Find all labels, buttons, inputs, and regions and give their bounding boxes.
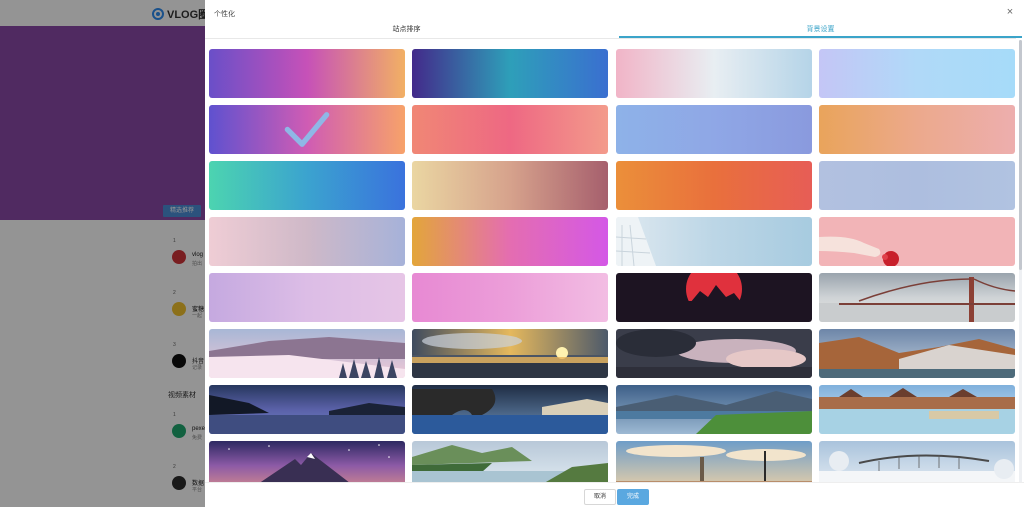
background-thumbnail bbox=[819, 329, 1015, 378]
background-thumbnail bbox=[819, 217, 1015, 266]
background-thumbnail bbox=[616, 105, 812, 154]
background-option[interactable] bbox=[209, 385, 405, 434]
dialog-footer: 取消 完成 bbox=[205, 482, 1024, 508]
background-thumbnail bbox=[412, 105, 608, 154]
background-option[interactable] bbox=[616, 329, 812, 378]
background-option[interactable] bbox=[412, 385, 608, 434]
background-thumbnail bbox=[819, 161, 1015, 210]
background-thumbnail bbox=[412, 217, 608, 266]
dialog-title: 个性化 bbox=[214, 11, 235, 18]
background-option[interactable] bbox=[819, 217, 1015, 266]
background-thumbnail bbox=[819, 385, 1015, 434]
tab-site-order[interactable]: 站点排序 bbox=[205, 22, 608, 37]
background-option[interactable] bbox=[209, 441, 405, 482]
background-thumbnail bbox=[412, 441, 608, 482]
background-thumbnail bbox=[209, 217, 405, 266]
background-option[interactable] bbox=[819, 329, 1015, 378]
background-thumbnail bbox=[819, 105, 1015, 154]
background-thumbnail bbox=[209, 49, 405, 98]
background-thumbnail bbox=[616, 161, 812, 210]
background-thumbnail bbox=[616, 217, 812, 266]
background-thumbnail bbox=[616, 441, 812, 482]
background-option[interactable] bbox=[209, 49, 405, 98]
background-thumbnail bbox=[616, 329, 812, 378]
background-option[interactable] bbox=[616, 273, 812, 322]
background-option[interactable] bbox=[209, 161, 405, 210]
background-option[interactable] bbox=[616, 49, 812, 98]
background-thumbnail bbox=[209, 161, 405, 210]
scrollbar-thumb[interactable] bbox=[1019, 40, 1022, 270]
background-option[interactable] bbox=[819, 441, 1015, 482]
background-thumbnail bbox=[209, 441, 405, 482]
background-thumbnail bbox=[209, 385, 405, 434]
background-thumbnail bbox=[209, 329, 405, 378]
cancel-button[interactable]: 取消 bbox=[584, 489, 617, 505]
tab-bar: 站点排序 背景设置 bbox=[205, 22, 1022, 39]
background-option[interactable] bbox=[819, 105, 1015, 154]
background-thumbnail bbox=[412, 329, 608, 378]
background-option[interactable] bbox=[412, 441, 608, 482]
background-thumbnail bbox=[819, 273, 1015, 322]
background-option[interactable] bbox=[412, 161, 608, 210]
background-option[interactable] bbox=[209, 105, 405, 154]
background-thumbnail bbox=[209, 273, 405, 322]
background-option[interactable] bbox=[412, 49, 608, 98]
background-option[interactable] bbox=[209, 329, 405, 378]
background-option[interactable] bbox=[616, 105, 812, 154]
background-option[interactable] bbox=[616, 161, 812, 210]
background-option[interactable] bbox=[819, 161, 1015, 210]
background-option[interactable] bbox=[412, 329, 608, 378]
done-button[interactable]: 完成 bbox=[617, 489, 650, 505]
background-option[interactable] bbox=[412, 273, 608, 322]
background-option[interactable] bbox=[412, 105, 608, 154]
background-option[interactable] bbox=[209, 217, 405, 266]
check-icon bbox=[284, 112, 330, 147]
background-option[interactable] bbox=[412, 217, 608, 266]
background-option[interactable] bbox=[819, 385, 1015, 434]
scrollbar[interactable] bbox=[1019, 40, 1022, 485]
background-option[interactable] bbox=[616, 385, 812, 434]
background-thumbnail bbox=[412, 161, 608, 210]
tab-background[interactable]: 背景设置 bbox=[619, 22, 1022, 38]
background-option[interactable] bbox=[616, 441, 812, 482]
background-option[interactable] bbox=[616, 217, 812, 266]
background-option[interactable] bbox=[209, 273, 405, 322]
close-icon[interactable]: × bbox=[1003, 5, 1017, 19]
background-option[interactable] bbox=[819, 49, 1015, 98]
background-thumbnail bbox=[616, 49, 812, 98]
background-thumbnail bbox=[819, 441, 1015, 482]
background-thumbnail bbox=[819, 49, 1015, 98]
personalize-dialog: 个性化 × 站点排序 背景设置 取消 完成 bbox=[205, 0, 1024, 508]
background-option[interactable] bbox=[819, 273, 1015, 322]
background-thumbnail bbox=[412, 49, 608, 98]
background-thumbnail bbox=[616, 385, 812, 434]
background-grid bbox=[205, 40, 1021, 482]
background-thumbnail bbox=[616, 273, 812, 322]
background-thumbnail bbox=[412, 385, 608, 434]
background-thumbnail bbox=[412, 273, 608, 322]
